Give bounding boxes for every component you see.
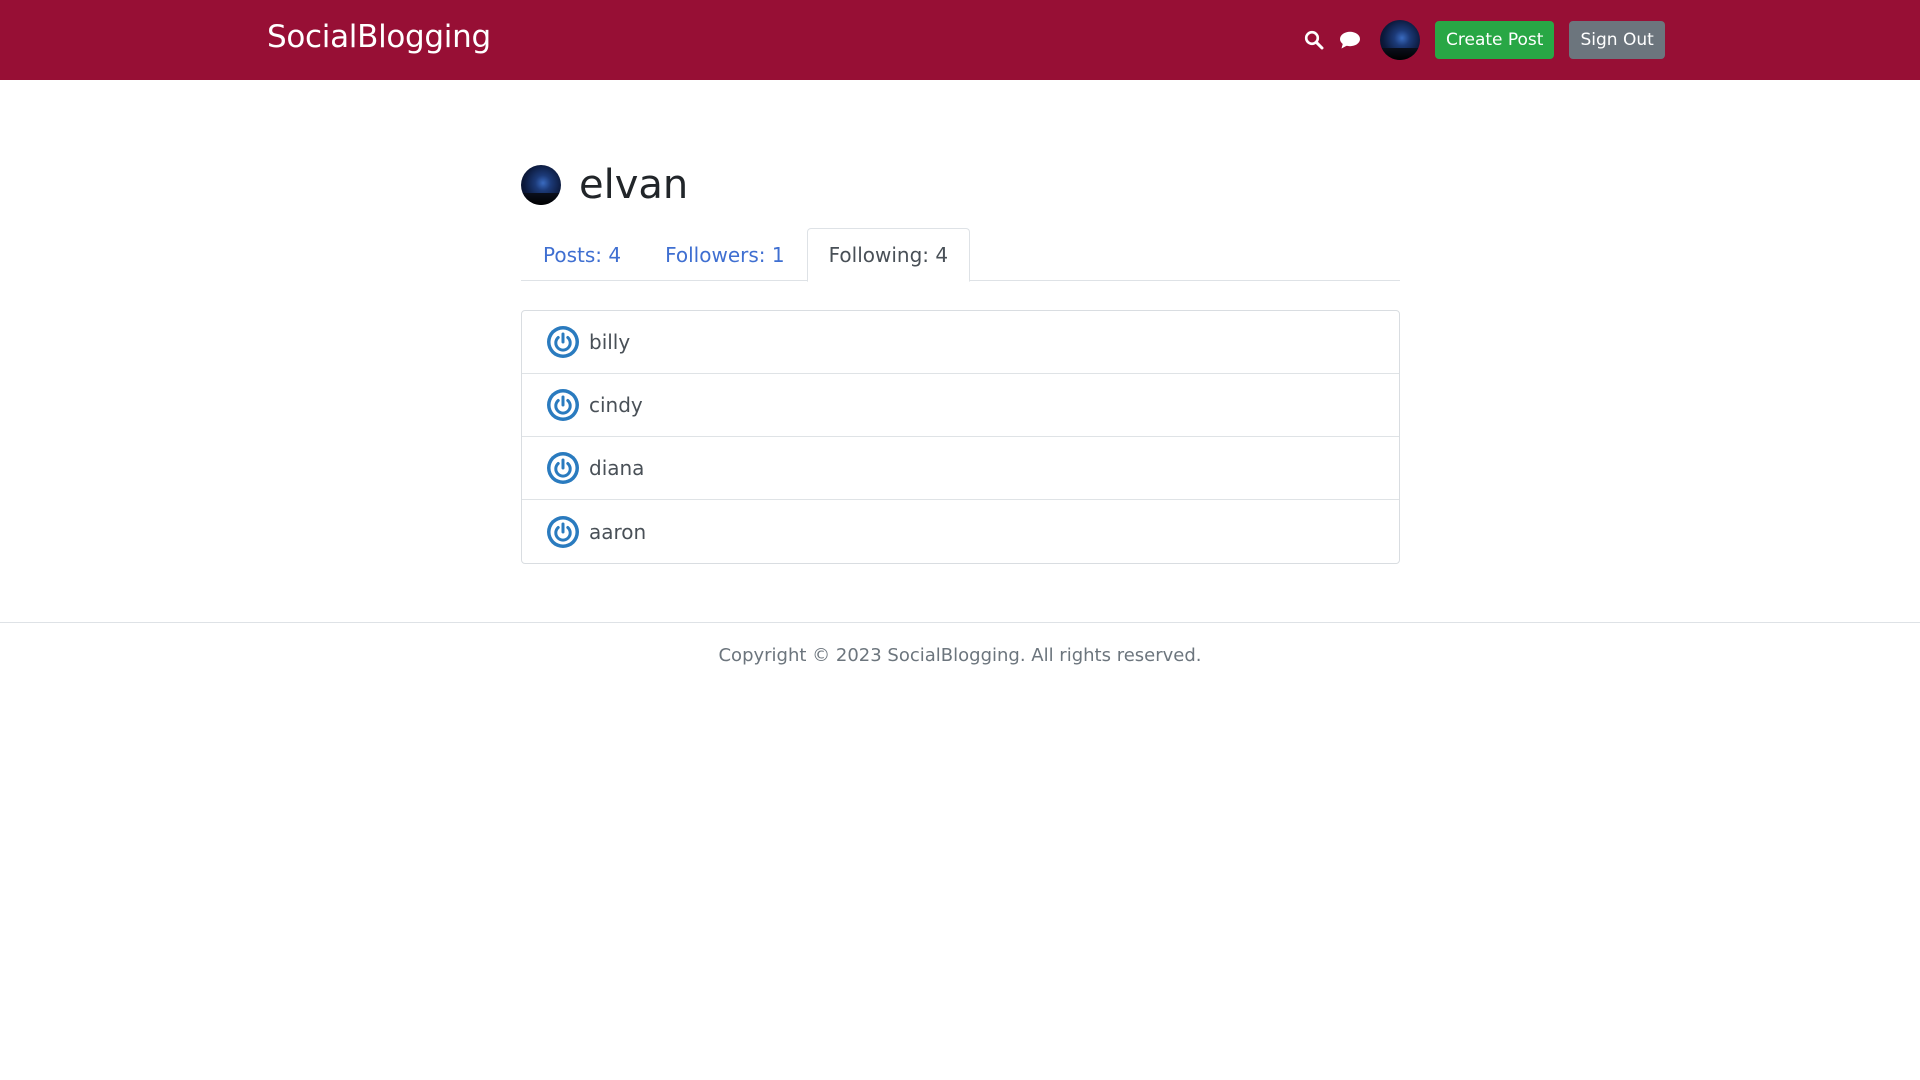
sign-out-button[interactable]: Sign Out — [1569, 21, 1665, 59]
list-item-cindy[interactable]: cindy — [522, 374, 1399, 437]
list-item-diana[interactable]: diana — [522, 437, 1399, 500]
list-item-label: aaron — [589, 519, 647, 544]
list-item-aaron[interactable]: aaron — [522, 500, 1399, 563]
brand-logo[interactable]: SocialBlogging — [267, 19, 491, 55]
list-item-label: billy — [589, 330, 631, 354]
top-navbar: SocialBlogging Create Post Sign Out — [0, 0, 1920, 80]
profile-tabs: Posts: 4 Followers: 1 Following: 4 — [521, 228, 1400, 282]
page-footer: Copyright © 2023 SocialBlogging. All rig… — [0, 622, 1920, 666]
profile-avatar — [521, 165, 561, 205]
tab-followers[interactable]: Followers: 1 — [643, 228, 807, 281]
power-icon — [547, 389, 579, 421]
tab-posts[interactable]: Posts: 4 — [521, 228, 643, 281]
power-icon — [547, 452, 579, 484]
search-icon[interactable] — [1300, 20, 1328, 60]
profile-section: elvan Posts: 4 Followers: 1 Following: 4… — [521, 160, 1400, 564]
chat-icon[interactable] — [1336, 20, 1364, 60]
navbar-actions: Create Post Sign Out — [1300, 20, 1665, 60]
list-item-label: cindy — [589, 393, 643, 417]
profile-username: elvan — [579, 162, 689, 208]
profile-header: elvan — [521, 160, 1400, 210]
power-icon — [547, 326, 579, 358]
list-item-billy[interactable]: billy — [522, 311, 1399, 374]
tab-following[interactable]: Following: 4 — [806, 228, 971, 282]
list-item-label: diana — [589, 456, 645, 480]
following-list: billy cindy diana aaron — [521, 310, 1400, 564]
copyright-text: Copyright © 2023 SocialBlogging. All rig… — [718, 645, 1202, 666]
create-post-button[interactable]: Create Post — [1435, 21, 1555, 59]
user-avatar[interactable] — [1380, 20, 1420, 60]
power-icon — [547, 515, 579, 548]
